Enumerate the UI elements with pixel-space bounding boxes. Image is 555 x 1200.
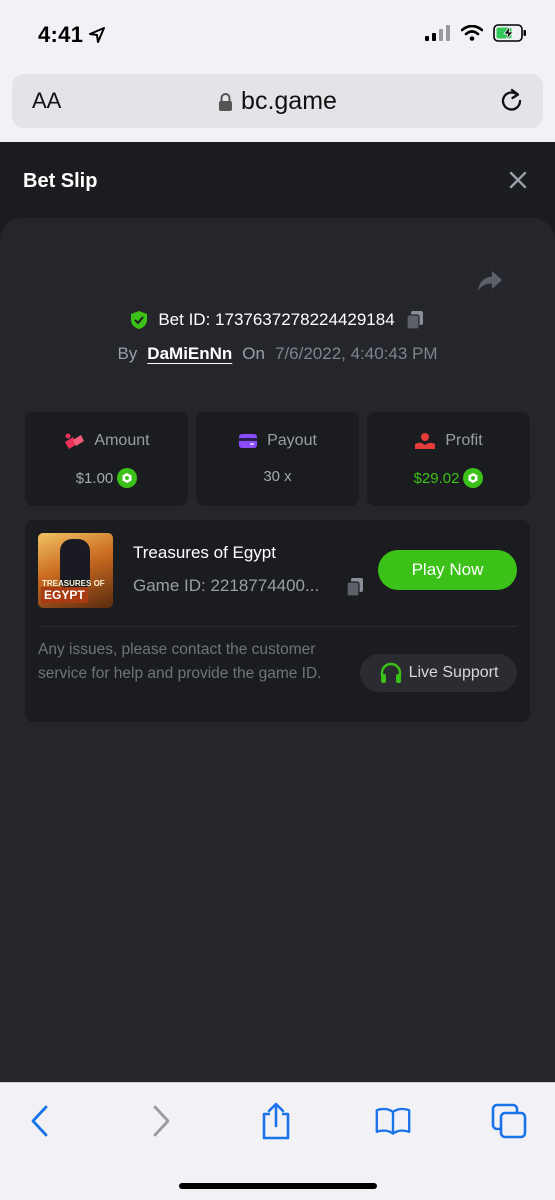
stat-payout-label: Payout [267,432,317,449]
bet-slip-title: Bet Slip [23,170,98,192]
live-support-label: Live Support [408,664,499,681]
browser-top-bar: AA bc.game [0,68,555,142]
stat-amount-value-row: $1.00 [25,468,188,488]
url-display[interactable]: bc.game [12,87,543,116]
bet-meta-row: By DaMiEnNn On 7/6/2022, 4:40:43 PM [0,344,555,364]
share-button[interactable] [258,1102,294,1140]
stat-profit: Profit $29.02 [367,412,530,506]
wifi-icon [461,25,483,41]
bet-stats: Amount $1.00 Payout 30 x Profit $29.02 [25,412,530,506]
issues-text: Any issues, please contact the customer … [38,641,322,682]
location-arrow-icon [89,27,106,43]
by-label: By [117,344,138,363]
coin-icon [117,468,138,488]
battery-charging-icon [493,24,526,42]
stat-payout-head: Payout [196,432,359,450]
back-button[interactable] [22,1103,58,1139]
payout-icon [239,434,258,448]
bet-id-value: 1737637278224429184 [215,310,395,329]
profit-icon [415,433,436,449]
copy-game-id-icon[interactable] [345,577,365,597]
stat-profit-label: Profit [445,432,483,449]
copy-icon[interactable] [405,310,425,330]
bet-slip-header: Bet Slip [0,142,555,218]
bet-date: 7/6/2022, 4:40:43 PM [274,344,438,363]
shield-check-icon [131,311,148,329]
tabs-icon [491,1103,527,1139]
headphones-icon [380,662,401,683]
forward-button[interactable] [143,1103,179,1139]
home-indicator [179,1183,377,1189]
share-arrow-icon[interactable] [477,270,503,292]
stat-profit-head: Profit [367,432,530,450]
stat-amount: Amount $1.00 [25,412,188,506]
username-link[interactable]: DaMiEnNn [147,344,232,364]
stat-profit-value: $29.02 [413,469,460,487]
game-card: TREASURES OF EGYPT Treasures of Egypt Ga… [25,520,530,722]
stat-amount-label: Amount [94,432,150,449]
status-icons [425,24,527,42]
divider [38,626,517,627]
time-text: 4:41 [38,22,84,47]
bet-id-label: Bet ID: [158,310,211,329]
reload-icon[interactable] [499,87,525,115]
address-bar[interactable]: AA bc.game [12,74,543,128]
stat-amount-head: Amount [25,432,188,450]
bookmarks-button[interactable] [375,1103,411,1139]
stat-payout-value-row: 30 x [196,468,359,485]
share-icon [262,1102,290,1140]
url-text: bc.game [241,87,337,115]
game-thumbnail[interactable]: TREASURES OF EGYPT [38,533,113,608]
stat-profit-value-row: $29.02 [367,468,530,488]
amount-icon [65,433,85,449]
live-support-button[interactable]: Live Support [360,654,517,692]
stat-payout-value: 30 x [263,468,292,485]
stat-payout: Payout 30 x [196,412,359,506]
play-now-button[interactable]: Play Now [378,550,517,590]
browser-toolbar [0,1082,555,1200]
stat-amount-value: $1.00 [75,469,114,487]
game-id: Game ID: 2218774400... [133,576,320,595]
status-bar: 4:41 [0,0,555,68]
bet-slip-panel: Bet ID: 1737637278224429184 By DaMiEnNn … [0,218,555,1082]
tabs-button[interactable] [491,1103,527,1139]
game-name: Treasures of Egypt [133,543,276,562]
chevron-right-icon [153,1105,170,1137]
book-icon [375,1107,411,1135]
bet-id-row: Bet ID: 1737637278224429184 [0,310,555,330]
thumbnail-text-bottom: EGYPT [41,587,88,603]
close-icon[interactable] [507,169,529,191]
lock-icon [219,92,233,111]
on-label: On [242,344,265,363]
coin-icon [463,468,484,488]
chevron-left-icon [31,1105,48,1137]
status-time: 4:41 [38,22,106,48]
bet-id-text: Bet ID: 1737637278224429184 [158,310,394,330]
signal-icon [425,25,450,41]
web-page: Bet Slip Bet ID: 1737637278224429184 By … [0,142,555,1082]
